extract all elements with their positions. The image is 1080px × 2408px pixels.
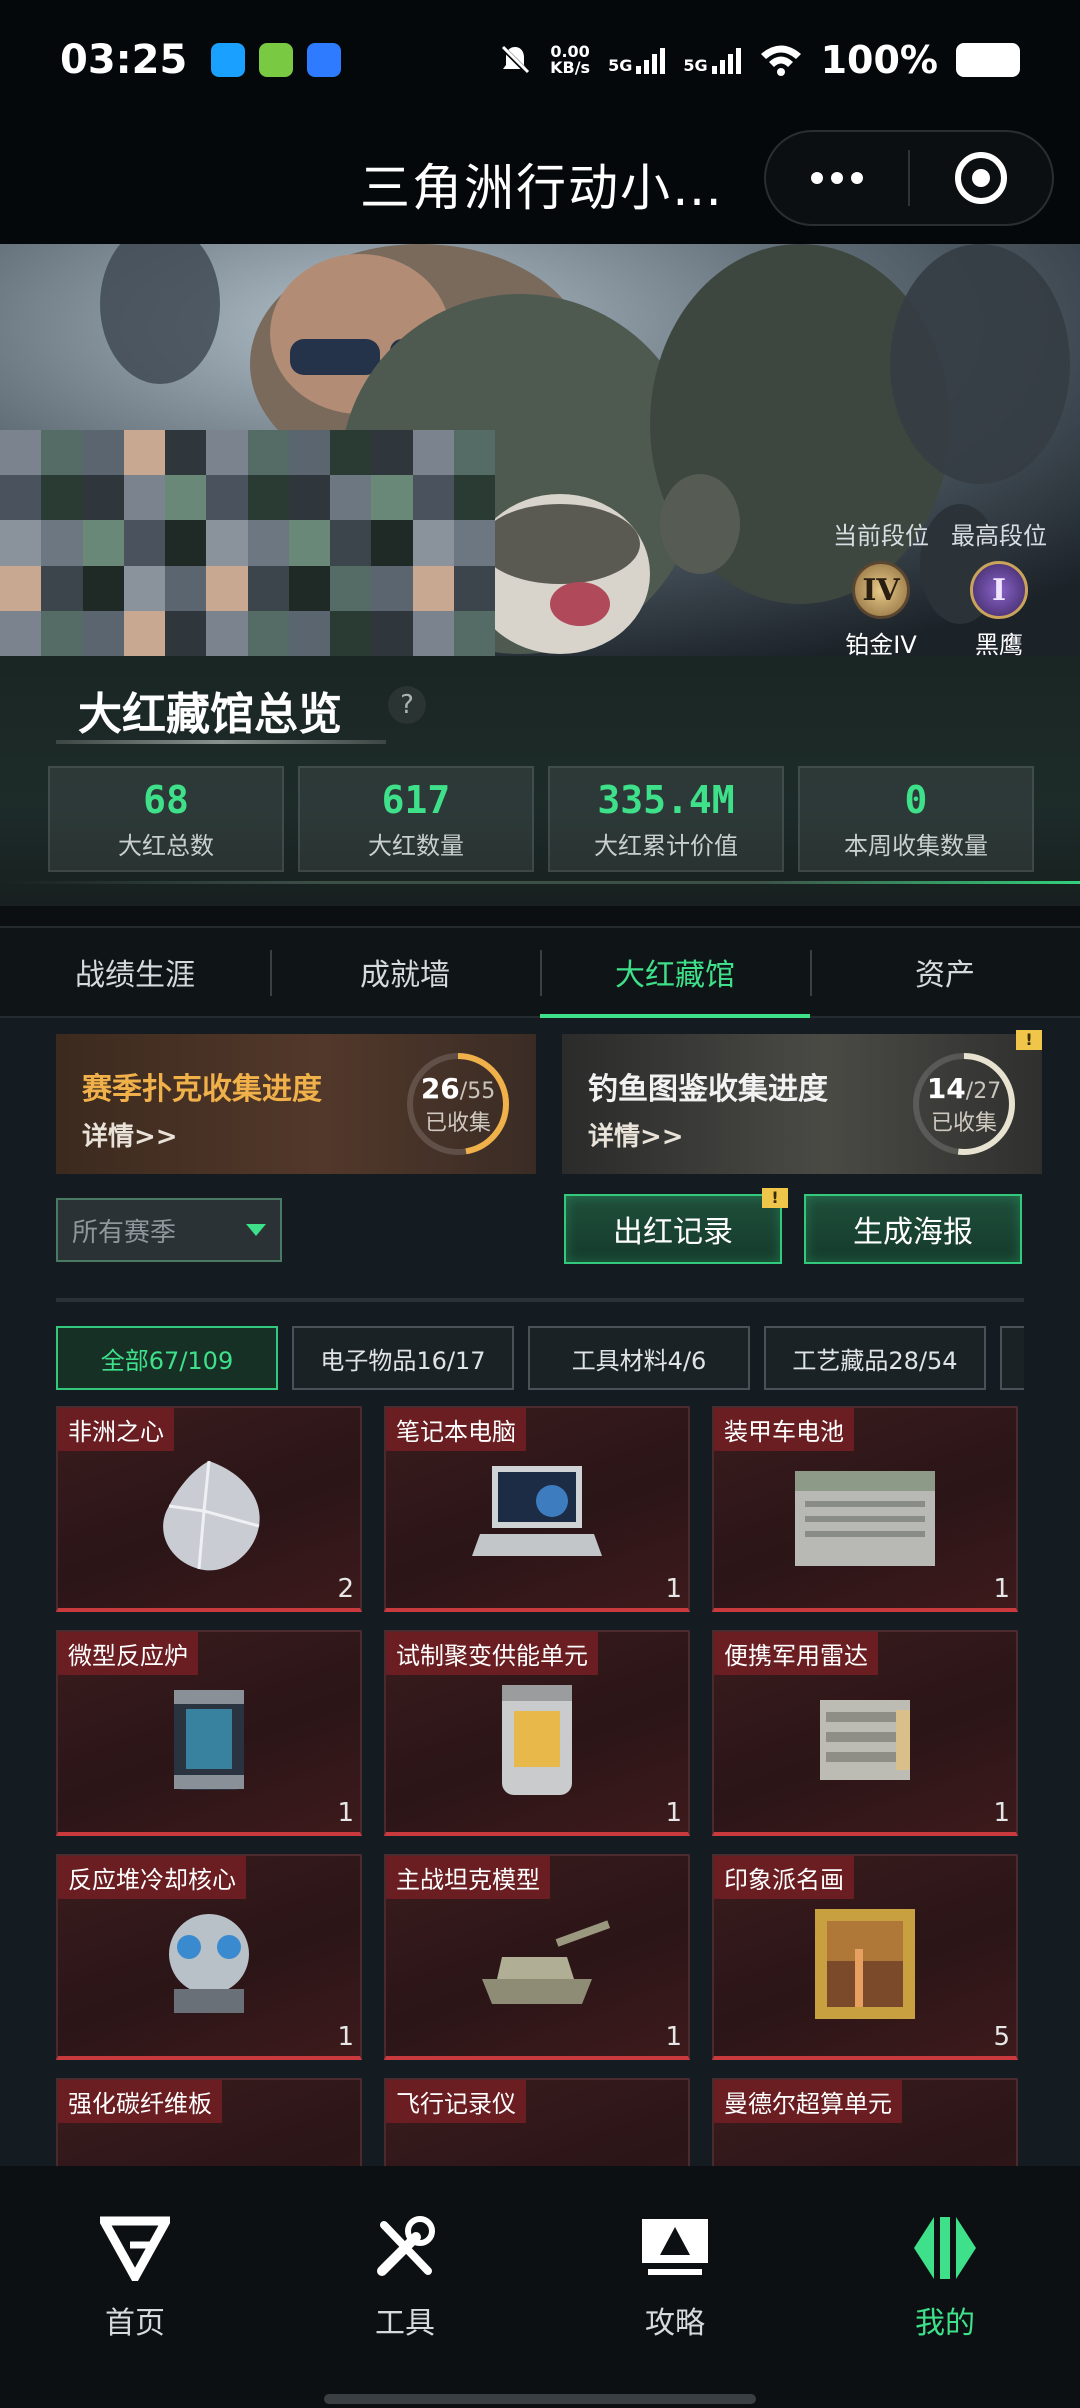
item-card[interactable]: 笔记本电脑 1	[384, 1406, 690, 1612]
item-card[interactable]: 反应堆冷却核心 1	[56, 1854, 362, 2060]
item-grid: 非洲之心 2 笔记本电脑 1 装甲车电池 1 微型反应炉 1 试制聚变供能单元 …	[56, 1406, 1024, 2166]
profile-logo-icon	[914, 2217, 976, 2279]
item-card[interactable]: 便携军用雷达 1	[712, 1630, 1018, 1836]
nav-tools[interactable]: 工具	[270, 2166, 540, 2408]
current-rank: 当前段位 IV 铂金IV	[833, 522, 929, 656]
mute-bell-icon	[500, 45, 530, 75]
chat-app-icon	[307, 43, 342, 77]
battery-level: 100%	[820, 38, 938, 82]
title-underline	[56, 740, 386, 744]
mini-program-titlebar: 三角洲行动小…	[0, 120, 1080, 244]
fishing-progress-card[interactable]: 钓鱼图鉴收集进度 详情>> 14/27 已收集 !	[562, 1030, 1042, 1174]
notification-icons	[211, 43, 342, 77]
chip-crafts[interactable]: 工艺藏品28/54	[764, 1326, 986, 1390]
profile-hero-banner: 当前段位 IV 铂金IV 最高段位 I 黑鹰	[0, 244, 1080, 656]
bottom-navigation: 首页 工具 攻略 我的	[0, 2166, 1080, 2408]
help-icon[interactable]: ?	[388, 686, 426, 724]
stat-weekly-collected: 0 本周收集数量	[798, 766, 1034, 872]
radar-icon	[820, 1700, 910, 1780]
fusion-unit-icon	[502, 1685, 572, 1795]
laptop-icon	[472, 1466, 602, 1556]
item-card[interactable]: 飞行记录仪	[384, 2078, 690, 2166]
tab-career[interactable]: 战绩生涯	[0, 928, 270, 1016]
nav-guide[interactable]: 攻略	[540, 2166, 810, 2408]
collection-overview: 大红藏馆总览 ? 68 大红总数 617 大红数量 335.4M 大红累计价值 0 本周…	[0, 656, 1080, 906]
category-chips: 全部67/109 电子物品16/17 工具材料4/6 工艺藏品28/54	[56, 1326, 1024, 1392]
status-time: 03:25	[60, 37, 188, 83]
close-button[interactable]	[910, 132, 1052, 224]
cooling-core-icon	[169, 1914, 249, 2013]
stat-red-value: 335.4M 大红累计价值	[548, 766, 784, 872]
painting-icon	[815, 1909, 915, 2019]
collection-content: 赛季扑克收集进度 详情>> 26/55 已收集 钓鱼图鉴收集进度 详情>> 14…	[0, 1018, 1080, 2166]
nav-profile[interactable]: 我的	[810, 2166, 1080, 2408]
more-button[interactable]	[766, 132, 908, 224]
poker-progress-card[interactable]: 赛季扑克收集进度 详情>> 26/55 已收集	[56, 1034, 536, 1174]
stats-row: 68 大红总数 617 大红数量 335.4M 大红累计价值 0 本周收集数量	[48, 766, 1034, 872]
chip-electronics[interactable]: 电子物品16/17	[292, 1326, 514, 1390]
guide-monitor-icon	[642, 2219, 708, 2275]
task-app-icon	[259, 43, 294, 77]
nav-home[interactable]: 首页	[0, 2166, 270, 2408]
chip-tools-materials[interactable]: 工具材料4/6	[528, 1326, 750, 1390]
highest-rank: 最高段位 I 黑鹰	[951, 522, 1047, 656]
item-card[interactable]: 强化碳纤维板	[56, 2078, 362, 2166]
vehicle-battery-icon	[795, 1471, 935, 1566]
item-card[interactable]: 微型反应炉 1	[56, 1630, 362, 1836]
delta-logo-icon	[100, 2216, 170, 2281]
overview-title: 大红藏馆总览	[78, 689, 342, 740]
season-select[interactable]: 所有赛季	[56, 1198, 282, 1262]
battery-icon	[956, 43, 1020, 77]
status-bar: 03:25 0.00 KB/s 5G 5G 100%	[0, 0, 1080, 120]
chip-all[interactable]: 全部67/109	[56, 1326, 278, 1390]
dropdown-arrow-icon	[246, 1224, 266, 1236]
stat-total-red: 68 大红总数	[48, 766, 284, 872]
item-card[interactable]: 非洲之心 2	[56, 1406, 362, 1612]
tab-red-collection[interactable]: 大红藏馆	[540, 928, 810, 1018]
red-record-notice-badge: !	[762, 1188, 788, 1208]
qq-app-icon	[211, 43, 246, 77]
stat-red-quantity: 617 大红数量	[298, 766, 534, 872]
signal-bars-icon	[711, 46, 741, 74]
chip-more[interactable]	[1000, 1326, 1024, 1390]
signal-1: 5G	[608, 46, 666, 74]
profile-tabs: 战绩生涯 成就墙 大红藏馆 资产	[0, 926, 1080, 1018]
signal-bars-icon	[636, 46, 666, 74]
home-indicator	[324, 2394, 756, 2404]
fishing-notice-badge: !	[1016, 1030, 1042, 1050]
close-target-icon	[954, 152, 1007, 204]
page-title: 三角洲行动小…	[360, 159, 724, 217]
tab-achievements[interactable]: 成就墙	[270, 928, 540, 1016]
rank-badge-iv-icon: IV	[852, 561, 910, 619]
diamond-icon	[163, 1460, 260, 1571]
item-card[interactable]: 主战坦克模型 1	[384, 1854, 690, 2060]
divider	[56, 1298, 1024, 1302]
tank-model-icon	[482, 1920, 611, 2004]
wifi-icon	[760, 45, 801, 76]
tab-assets[interactable]: 资产	[810, 928, 1080, 1016]
signal-2: 5G	[683, 46, 741, 74]
blurred-avatar-name	[0, 430, 495, 656]
item-card[interactable]: 曼德尔超算单元	[712, 2078, 1018, 2166]
item-card[interactable]: 印象派名画 5	[712, 1854, 1018, 2060]
net-speed: 0.00 KB/s	[550, 42, 591, 77]
more-dots-icon	[811, 172, 863, 184]
red-record-button[interactable]: 出红记录	[564, 1194, 782, 1264]
mini-reactor-icon	[174, 1690, 244, 1790]
generate-poster-button[interactable]: 生成海报	[804, 1194, 1022, 1264]
rank-badge-i-icon: I	[970, 561, 1028, 619]
item-card[interactable]: 装甲车电池 1	[712, 1406, 1018, 1612]
tools-icon	[377, 2216, 435, 2276]
capsule-menu	[764, 130, 1054, 226]
item-card[interactable]: 试制聚变供能单元 1	[384, 1630, 690, 1836]
